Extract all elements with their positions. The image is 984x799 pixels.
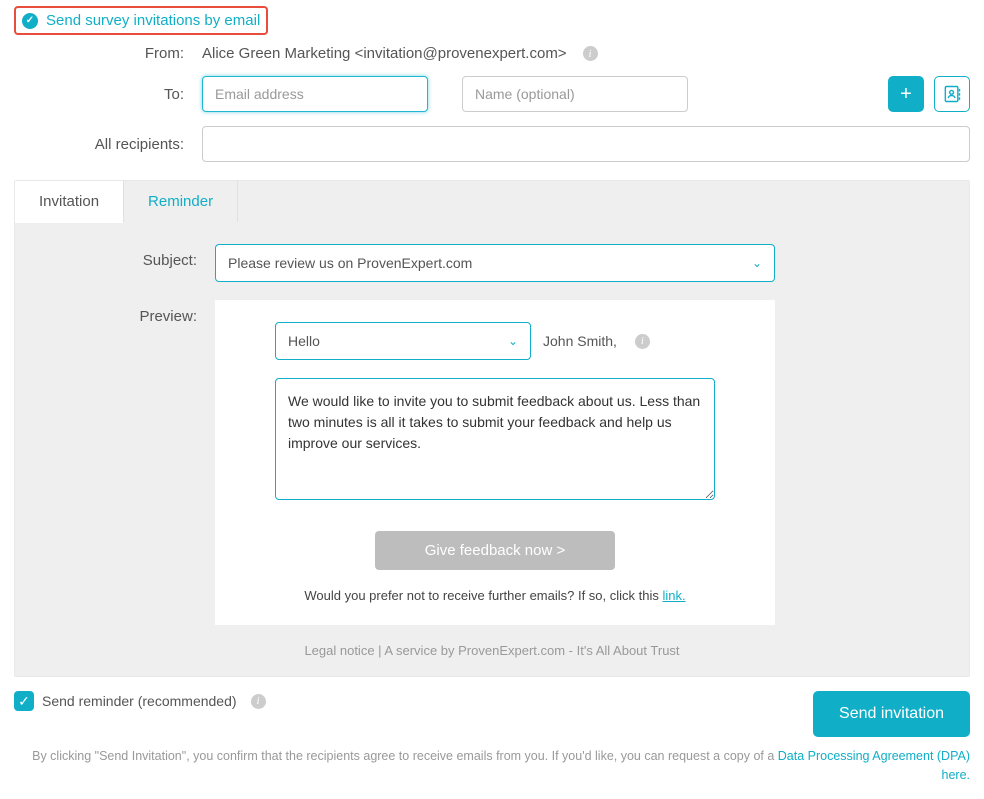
section-title: Send survey invitations by email xyxy=(46,12,260,29)
message-textarea[interactable] xyxy=(275,378,715,500)
send-reminder-checkbox[interactable]: ✓ xyxy=(14,691,34,711)
feedback-button[interactable]: Give feedback now > xyxy=(375,531,616,570)
to-label: To: xyxy=(14,86,202,103)
greeting-select[interactable]: Hello ⌄ xyxy=(275,322,531,360)
chevron-down-icon: ⌄ xyxy=(752,256,762,270)
preview-box: Hello ⌄ John Smith, i Give feedback now … xyxy=(215,300,775,625)
chevron-down-icon: ⌄ xyxy=(508,334,518,348)
recipients-label: All recipients: xyxy=(14,136,202,153)
section-header[interactable]: ✓ Send survey invitations by email xyxy=(14,6,268,35)
from-label: From: xyxy=(14,45,202,62)
greeting-value: Hello xyxy=(288,333,320,349)
subject-value: Please review us on ProvenExpert.com xyxy=(228,255,472,271)
subject-select[interactable]: Please review us on ProvenExpert.com ⌄ xyxy=(215,244,775,282)
address-book-icon xyxy=(942,84,962,104)
tabs: Invitation Reminder xyxy=(15,181,969,222)
recipients-input[interactable] xyxy=(202,126,970,162)
from-value: Alice Green Marketing <invitation@proven… xyxy=(202,45,567,62)
name-input[interactable] xyxy=(462,76,688,112)
dpa-link[interactable]: Data Processing Agreement (DPA) here. xyxy=(778,749,970,782)
tab-invitation[interactable]: Invitation xyxy=(15,181,124,223)
legal-notice: Legal notice | A service by ProvenExpert… xyxy=(45,643,939,658)
disclaimer: By clicking "Send Invitation", you confi… xyxy=(14,747,970,785)
email-input[interactable] xyxy=(202,76,428,112)
unsubscribe-text: Would you prefer not to receive further … xyxy=(275,588,715,603)
contacts-button[interactable] xyxy=(934,76,970,112)
info-icon[interactable]: i xyxy=(583,46,598,61)
add-recipient-button[interactable]: + xyxy=(888,76,924,112)
send-invitation-button[interactable]: Send invitation xyxy=(813,691,970,737)
recipient-name: John Smith, xyxy=(543,333,617,349)
info-icon[interactable]: i xyxy=(251,694,266,709)
unsubscribe-link[interactable]: link. xyxy=(663,588,686,603)
check-icon: ✓ xyxy=(22,13,38,29)
preview-label: Preview: xyxy=(45,300,215,625)
tab-section: Invitation Reminder Subject: Please revi… xyxy=(14,180,970,677)
reminder-label: Send reminder (recommended) xyxy=(42,693,237,709)
subject-label: Subject: xyxy=(45,244,215,282)
info-icon[interactable]: i xyxy=(635,334,650,349)
tab-reminder[interactable]: Reminder xyxy=(124,181,238,222)
